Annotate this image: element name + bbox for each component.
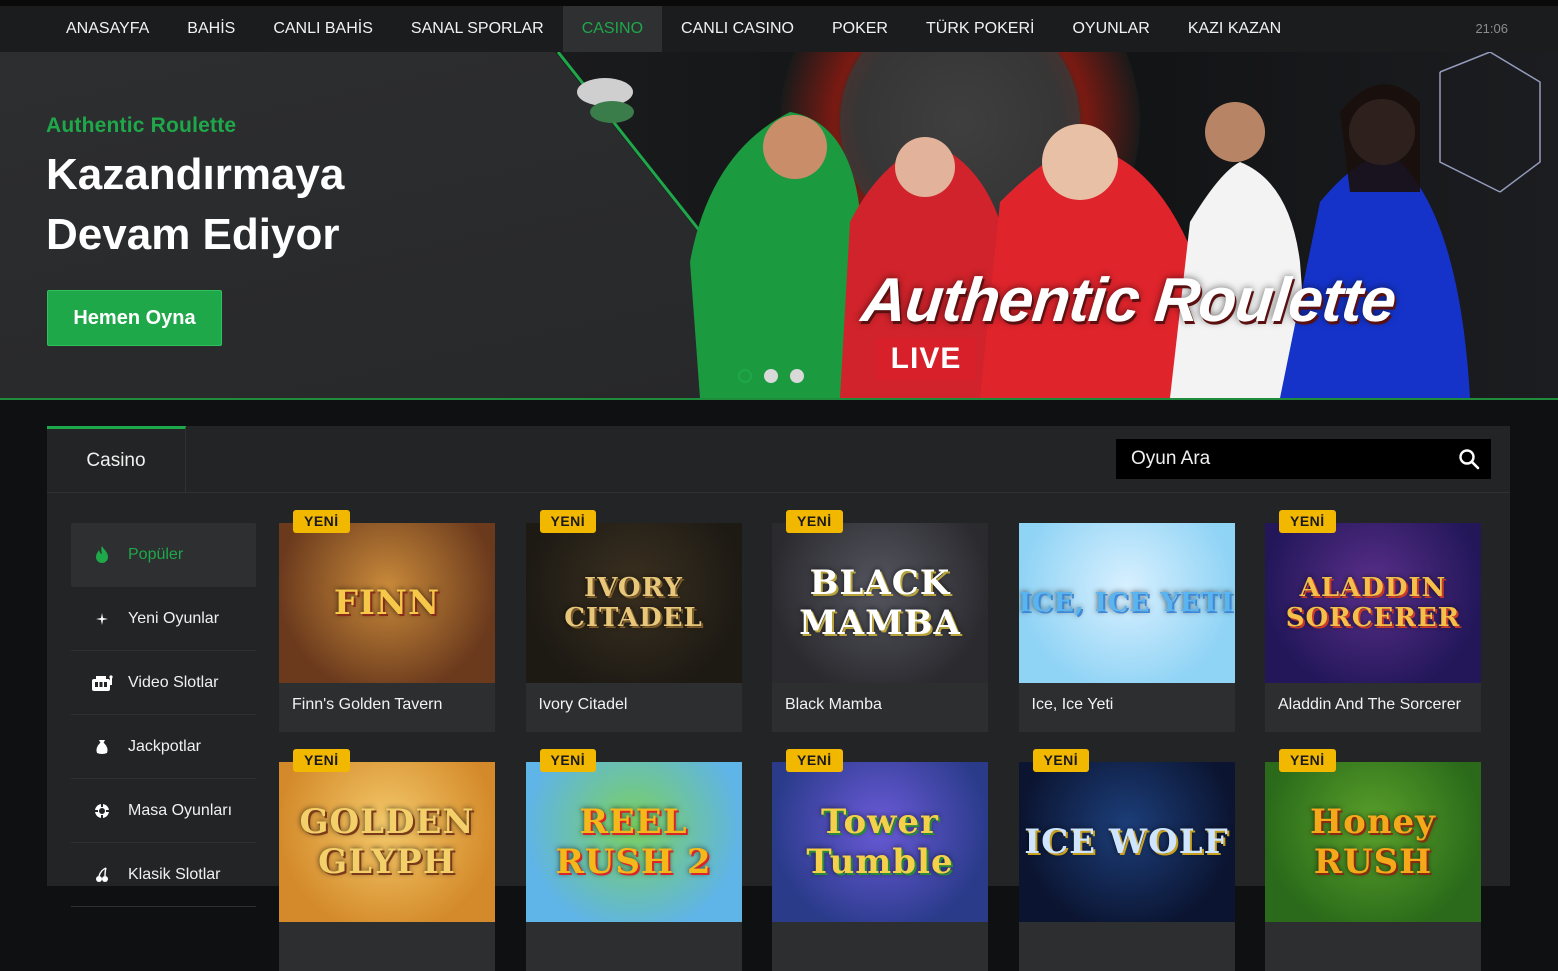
game-thumbnail: BLACK MAMBA bbox=[772, 523, 988, 683]
game-title: Finn's Golden Tavern bbox=[292, 696, 443, 713]
search-input[interactable] bbox=[1116, 439, 1447, 479]
game-title: Black Mamba bbox=[785, 696, 882, 713]
tab-casino[interactable]: Casino bbox=[47, 426, 186, 492]
game-logo: REEL RUSH 2 bbox=[555, 802, 712, 882]
game-thumbnail: FINN bbox=[279, 523, 495, 683]
new-badge: YENİ bbox=[1279, 510, 1336, 533]
panel-header: Casino bbox=[47, 426, 1510, 493]
category-sidebar: Popüler Yeni Oyunlar Video Slotlar Jackpotl… bbox=[71, 523, 256, 907]
hero-game-logo: Authentic Roulette bbox=[858, 266, 1399, 335]
clock: 21:06 bbox=[1475, 21, 1508, 36]
sidebar-item-label: Yeni Oyunlar bbox=[128, 609, 220, 627]
nav-item-casino[interactable]: CASINO bbox=[562, 6, 663, 52]
nav-item-canli-bahi-s[interactable]: CANLI BAHİS bbox=[254, 6, 392, 52]
nav-item-bahi-s[interactable]: BAHİS bbox=[168, 6, 254, 52]
game-card[interactable]: BLACK MAMBA YENİ Black Mamba bbox=[772, 510, 988, 732]
nav-menu: ANASAYFA BAHİS CANLI BAHİS SANAL SPORLAR CAS… bbox=[47, 6, 1300, 52]
game-thumbnail: IVORY CITADEL bbox=[525, 523, 742, 683]
game-card[interactable]: Tower Tumble YENİ bbox=[772, 749, 988, 971]
game-logo: ALADDIN SORCERER bbox=[1285, 573, 1461, 633]
new-badge: YENİ bbox=[786, 749, 843, 772]
game-logo: BLACK MAMBA bbox=[799, 563, 961, 643]
game-title: Ivory Citadel bbox=[538, 696, 628, 713]
hero-banner[interactable]: Authentic Roulette Kazandırmaya Devam Ed… bbox=[0, 52, 1558, 400]
search-icon[interactable] bbox=[1447, 439, 1491, 479]
slider-dot[interactable] bbox=[790, 369, 804, 383]
sparkle-icon bbox=[91, 609, 113, 629]
new-badge: YENİ bbox=[786, 510, 843, 533]
game-thumbnail: ICE, ICE YETI bbox=[1018, 523, 1235, 683]
new-badge: YENİ bbox=[539, 510, 597, 533]
game-logo: GOLDEN GLYPH bbox=[299, 802, 475, 882]
game-card[interactable]: IVORY CITADEL YENİ Ivory Citadel bbox=[525, 510, 742, 732]
sidebar-item-label: Popüler bbox=[128, 546, 184, 563]
sidebar-item-label: Klasik Slotlar bbox=[128, 865, 221, 883]
sidebar-item-klasik-slotlar[interactable]: Klasik Slotlar bbox=[71, 843, 256, 907]
flame-icon bbox=[91, 545, 113, 565]
slot-machine-icon bbox=[91, 673, 113, 693]
game-logo: Tower Tumble bbox=[806, 802, 954, 882]
new-badge: YENİ bbox=[1032, 749, 1090, 772]
game-card[interactable]: FINN YENİ Finn's Golden Tavern bbox=[279, 510, 495, 732]
nav-item-sanal-sporlar[interactable]: SANAL SPORLAR bbox=[392, 6, 563, 52]
game-thumbnail: ICE WOLF bbox=[1018, 762, 1235, 922]
game-thumbnail: REEL RUSH 2 bbox=[525, 762, 742, 922]
hero-divider bbox=[0, 398, 1558, 400]
sidebar-item-label: Masa Oyunları bbox=[128, 801, 233, 819]
game-thumbnail: ALADDIN SORCERER bbox=[1265, 523, 1481, 683]
cherry-icon bbox=[91, 865, 113, 885]
new-badge: YENİ bbox=[293, 749, 350, 772]
game-thumbnail: Tower Tumble bbox=[772, 762, 988, 922]
game-thumbnail: Honey RUSH bbox=[1265, 762, 1481, 922]
game-card[interactable]: GOLDEN GLYPH YENİ bbox=[279, 749, 495, 971]
game-card[interactable]: ICE, ICE YETI Ice, Ice Yeti bbox=[1018, 523, 1235, 732]
game-card[interactable]: Honey RUSH YENİ bbox=[1265, 749, 1481, 971]
live-badge: LIVE bbox=[876, 338, 976, 380]
game-card[interactable]: REEL RUSH 2 YENİ bbox=[525, 749, 742, 971]
game-logo: IVORY CITADEL bbox=[564, 573, 703, 633]
sidebar-item-video-slotlar[interactable]: Video Slotlar bbox=[71, 651, 256, 715]
nav-item-anasayfa[interactable]: ANASAYFA bbox=[47, 6, 168, 52]
nav-item-oyunlar[interactable]: OYUNLAR bbox=[1053, 6, 1168, 52]
nav-item-kazi-kazan[interactable]: KAZI KAZAN bbox=[1169, 6, 1300, 52]
sidebar-item-label: Video Slotlar bbox=[128, 673, 219, 691]
sidebar-item-pop-ler[interactable]: Popüler bbox=[71, 523, 256, 587]
play-now-button[interactable]: Hemen Oyna bbox=[47, 290, 222, 346]
nav-item-poker[interactable]: POKER bbox=[813, 6, 907, 52]
slider-dots bbox=[738, 369, 804, 383]
sidebar-item-masa-oyunlar-[interactable]: Masa Oyunları bbox=[71, 779, 256, 843]
new-badge: YENİ bbox=[293, 510, 350, 533]
sidebar-item-label: Jackpotlar bbox=[128, 737, 201, 755]
new-badge: YENİ bbox=[1279, 749, 1336, 772]
game-thumbnail: GOLDEN GLYPH bbox=[279, 762, 495, 922]
game-logo: FINN bbox=[333, 583, 441, 623]
slider-dot[interactable] bbox=[738, 369, 752, 383]
money-bag-icon bbox=[91, 737, 113, 757]
game-logo: ICE WOLF bbox=[1024, 822, 1229, 862]
top-navigation: ANASAYFA BAHİS CANLI BAHİS SANAL SPORLAR CAS… bbox=[0, 0, 1558, 52]
game-logo: Honey RUSH bbox=[1310, 802, 1436, 882]
game-card[interactable]: ALADDIN SORCERER YENİ Aladdin And The Sorc… bbox=[1265, 510, 1481, 732]
new-badge: YENİ bbox=[539, 749, 597, 772]
slider-dot[interactable] bbox=[764, 369, 778, 383]
game-search bbox=[1116, 439, 1491, 479]
game-title: Ice, Ice Yeti bbox=[1031, 696, 1114, 713]
nav-item-t-rk-pokeri-[interactable]: TÜRK POKERİ bbox=[907, 6, 1053, 52]
nav-item-canli-casino[interactable]: CANLI CASINO bbox=[662, 6, 813, 52]
sidebar-item-jackpotlar[interactable]: Jackpotlar bbox=[71, 715, 256, 779]
chip-icon bbox=[91, 801, 113, 821]
hero-subtitle: Authentic Roulette bbox=[46, 114, 237, 137]
sidebar-item-yeni-oyunlar[interactable]: Yeni Oyunlar bbox=[71, 587, 256, 651]
casino-panel: Casino Popüler Yeni Oyunlar Video Slotlar J… bbox=[47, 426, 1510, 971]
hero-title: Kazandırmaya Devam Ediyor bbox=[46, 150, 345, 259]
game-logo: ICE, ICE YETI bbox=[1018, 588, 1235, 618]
game-title: Aladdin And The Sorcerer bbox=[1278, 696, 1461, 713]
game-card[interactable]: ICE WOLF YENİ bbox=[1018, 749, 1235, 971]
